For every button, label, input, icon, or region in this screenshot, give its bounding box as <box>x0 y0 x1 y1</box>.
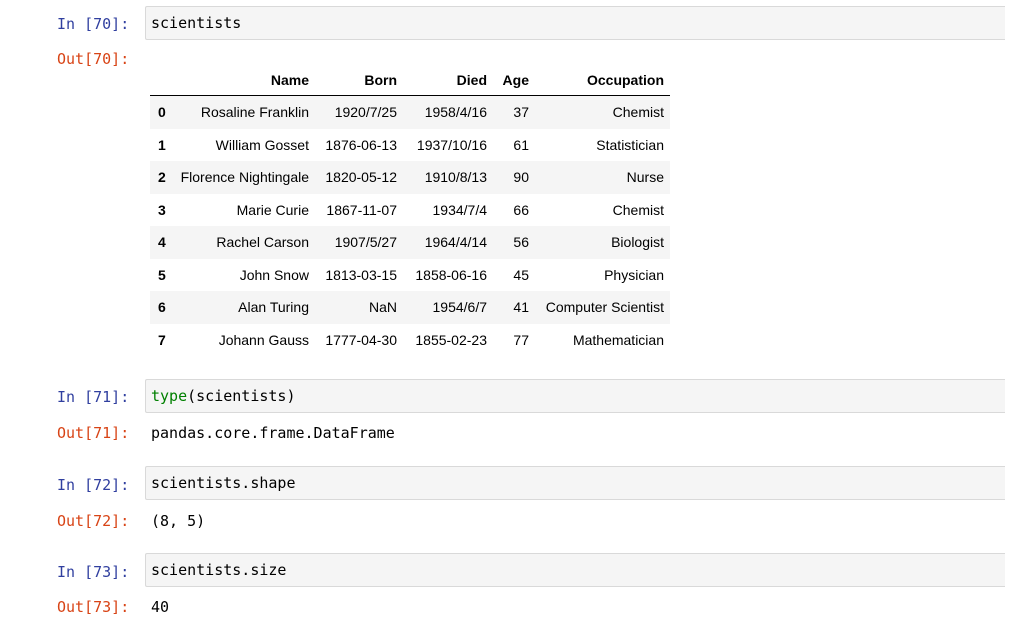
cell-age: 41 <box>513 299 529 316</box>
out-prompt-72: Out[72]: <box>57 512 130 530</box>
cell-age: 66 <box>513 201 529 218</box>
cell-index: 2 <box>158 169 166 186</box>
column-header-died: Died <box>403 64 493 96</box>
cell-born: 1876-06-13 <box>325 136 397 153</box>
code-text-70: scientists <box>151 14 242 32</box>
cell-occupation: Nurse <box>626 169 664 186</box>
cell-age: 45 <box>513 266 529 283</box>
cell-occupation: Physician <box>604 266 664 283</box>
cell-died: 1937/10/16 <box>416 136 487 153</box>
cell-name: Florence Nightingale <box>180 169 309 186</box>
cell-born: 1867-11-07 <box>326 201 397 218</box>
cell-name: Marie Curie <box>236 201 309 218</box>
cell-born: 1777-04-30 <box>325 331 397 348</box>
out-prompt-70: Out[70]: <box>57 50 130 68</box>
code-text-73: scientists.size <box>151 561 287 579</box>
output-text-71: pandas.core.frame.DataFrame <box>151 424 395 442</box>
code-text-71: (scientists) <box>187 387 296 405</box>
code-text-72: scientists.shape <box>151 474 296 492</box>
cell-occupation: Chemist <box>612 104 664 121</box>
cell-age: 61 <box>513 136 529 153</box>
cell-occupation: Biologist <box>611 234 664 251</box>
out-prompt-71: Out[71]: <box>57 424 130 442</box>
table-row: 2 Florence Nightingale 1820-05-12 1910/8/13… <box>150 161 670 194</box>
cell-died: 1958/4/16 <box>424 104 487 121</box>
cell-name: Johann Gauss <box>218 331 309 348</box>
cell-name: Rosaline Franklin <box>200 104 309 121</box>
cell-age: 56 <box>513 234 529 251</box>
cell-occupation: Computer Scientist <box>545 299 664 316</box>
column-header-index <box>150 64 172 96</box>
in-prompt-71: In [71]: <box>57 388 130 406</box>
cell-born: 1920/7/25 <box>334 104 397 121</box>
column-header-born: Born <box>315 64 403 96</box>
cell-occupation: Mathematician <box>572 331 664 348</box>
cell-index: 3 <box>158 201 166 218</box>
table-row: 1 William Gosset 1876-06-13 1937/10/16 61 Sta… <box>150 128 670 161</box>
cell-name: William Gosset <box>215 136 309 153</box>
cell-born: 1813-03-15 <box>325 266 397 283</box>
cell-name: Alan Turing <box>238 299 309 316</box>
table-body: 0 Rosaline Franklin 1920/7/25 1958/4/16 37 Ch… <box>150 95 670 356</box>
cell-name: Rachel Carson <box>216 234 309 251</box>
cell-died: 1910/8/13 <box>424 169 487 186</box>
cell-index: 6 <box>158 299 166 316</box>
table-row: 7 Johann Gauss 1777-04-30 1855-02-23 77 Mathe… <box>150 323 670 356</box>
in-prompt-70: In [70]: <box>57 15 130 33</box>
table-header-row: Name Born Died Age Occupation <box>150 64 670 96</box>
table-row: 0 Rosaline Franklin 1920/7/25 1958/4/16 37 Ch… <box>150 95 670 129</box>
output-text-73: 40 <box>151 598 170 616</box>
cell-index: 0 <box>158 104 166 121</box>
in-prompt-73: In [73]: <box>57 563 130 581</box>
cell-age: 90 <box>513 169 529 186</box>
out-prompt-73: Out[73]: <box>57 598 130 616</box>
table-row: 6 Alan Turing NaN 1954/6/7 41 Computer Scient… <box>150 291 670 324</box>
cell-died: 1855-02-23 <box>415 331 487 348</box>
code-builtin-71: type <box>151 387 188 405</box>
cell-born: 1820-05-12 <box>325 169 397 186</box>
cell-born: 1907/5/27 <box>334 234 397 251</box>
code-cell-72[interactable]: scientists.shape <box>145 466 1005 500</box>
cell-age: 77 <box>513 331 529 348</box>
cell-died: 1934/7/4 <box>432 201 488 218</box>
column-header-age: Age <box>493 64 535 96</box>
cell-died: 1858-06-16 <box>415 266 487 283</box>
cell-index: 1 <box>158 136 166 153</box>
dataframe-table: Name Born Died Age Occupation 0 Rosaline … <box>150 64 670 356</box>
cell-occupation: Statistician <box>596 136 664 153</box>
cell-occupation: Chemist <box>612 201 664 218</box>
output-text-72: (8, 5) <box>151 512 206 530</box>
table-row: 5 John Snow 1813-03-15 1858-06-16 45 Physicia… <box>150 258 670 291</box>
cell-name: John Snow <box>239 266 309 283</box>
cell-died: 1954/6/7 <box>432 299 488 316</box>
in-prompt-72: In [72]: <box>57 476 130 494</box>
code-cell-71[interactable]: type(scientists) <box>145 379 1005 413</box>
code-cell-70[interactable]: scientists <box>145 6 1005 40</box>
cell-index: 4 <box>158 234 166 251</box>
table-row: 3 Marie Curie 1867-11-07 1934/7/4 66 Chemist <box>150 193 670 226</box>
code-cell-73[interactable]: scientists.size <box>145 553 1005 587</box>
table-row: 4 Rachel Carson 1907/5/27 1964/4/14 56 Biolog… <box>150 226 670 259</box>
cell-index: 5 <box>158 266 166 283</box>
column-header-name: Name <box>172 64 315 96</box>
cell-died: 1964/4/14 <box>424 234 487 251</box>
cell-index: 7 <box>158 331 166 348</box>
cell-age: 37 <box>513 104 529 121</box>
cell-born: NaN <box>368 299 397 316</box>
column-header-occupation: Occupation <box>535 64 670 96</box>
